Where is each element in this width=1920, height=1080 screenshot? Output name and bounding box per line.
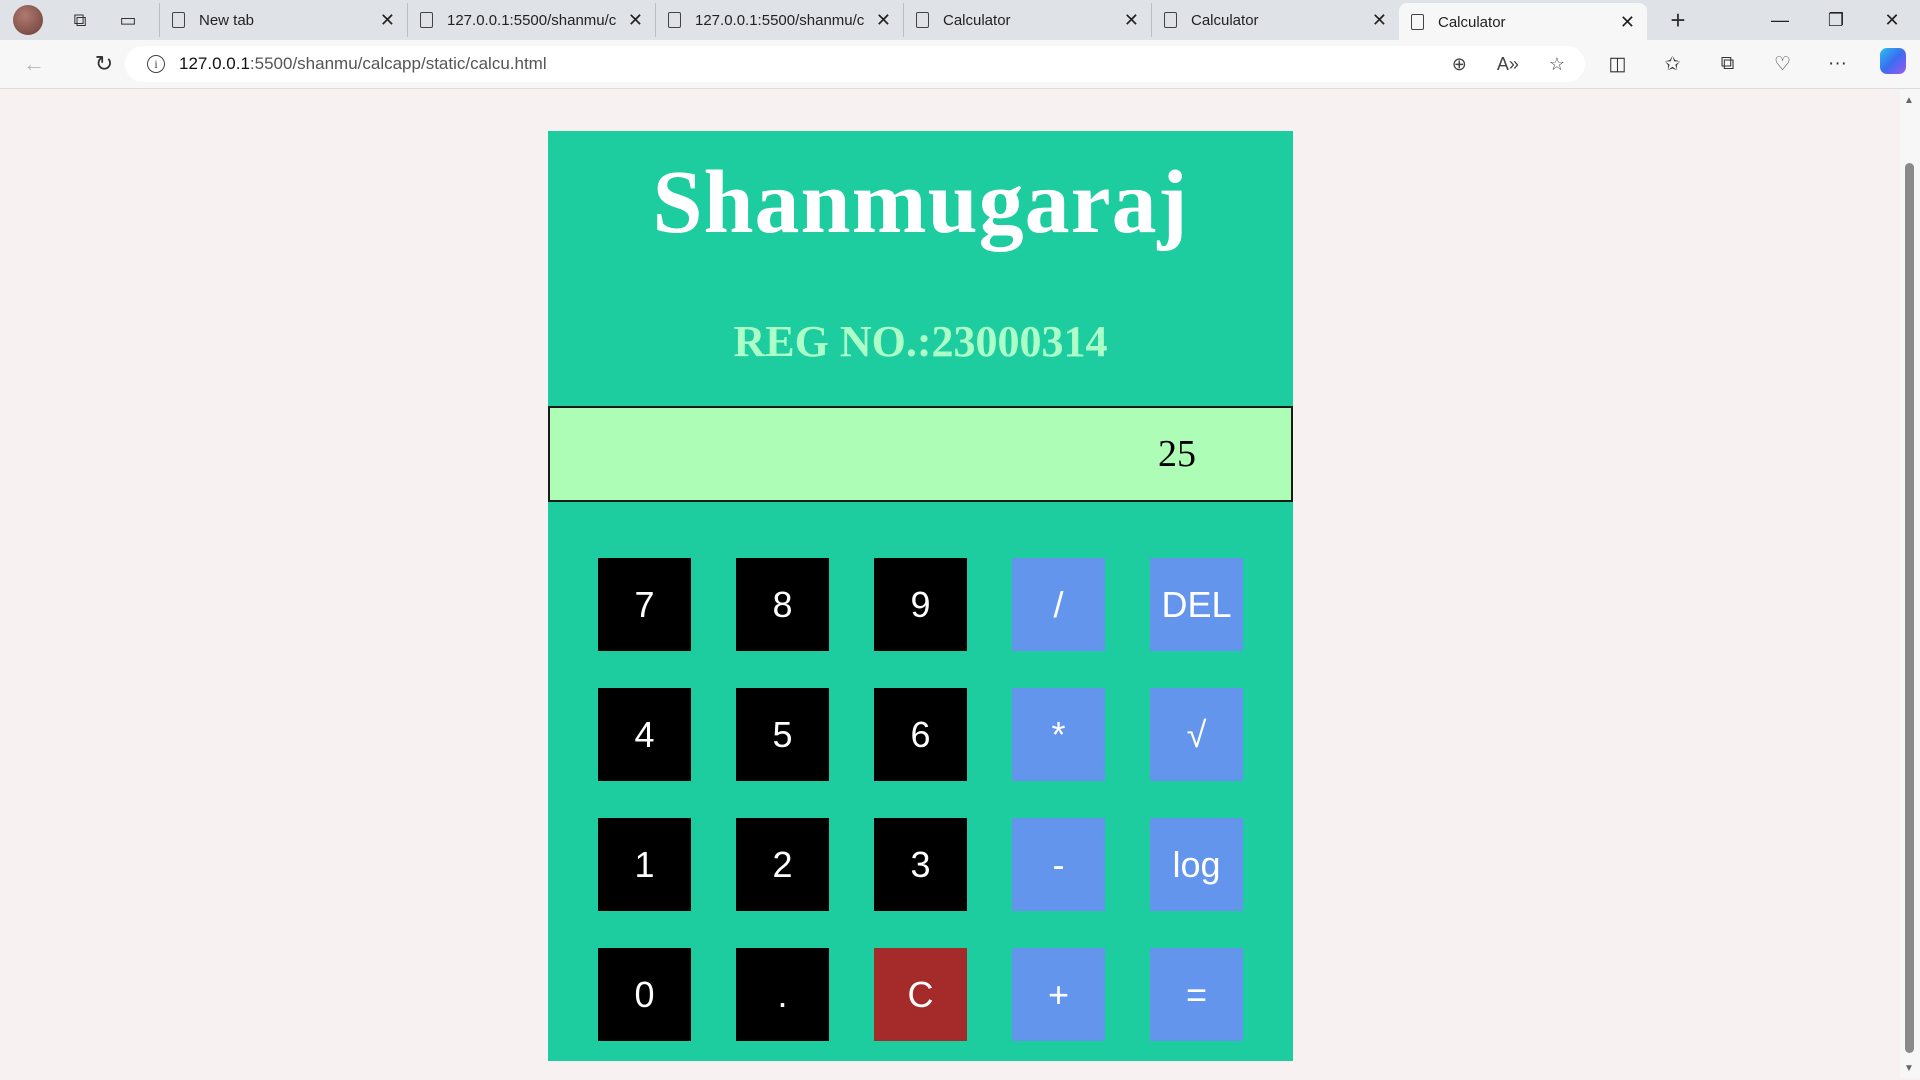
- new-tab-plus-icon[interactable]: +: [1661, 5, 1695, 36]
- tab-label: New tab: [199, 11, 255, 29]
- refresh-icon[interactable]: ↻: [84, 51, 124, 77]
- page-icon: [1164, 12, 1177, 28]
- tab-label: 127.0.0.1:5500/shanmu/c: [447, 11, 617, 29]
- keypad: 7 8 9 / DEL 4 5 6 * √ 1 2 3 - log 0 . C …: [598, 558, 1243, 1041]
- page-icon: [172, 12, 185, 28]
- key-delete[interactable]: DEL: [1150, 558, 1243, 651]
- tab-label: Calculator: [943, 11, 1011, 29]
- close-icon[interactable]: ✕: [1124, 10, 1139, 31]
- key-decimal[interactable]: .: [736, 948, 829, 1041]
- tab-bar: ⧉ ▭ New tab ✕ 127.0.0.1:5500/shanmu/c ✕ …: [0, 0, 1920, 41]
- key-8[interactable]: 8: [736, 558, 829, 651]
- calculator-display[interactable]: 25: [548, 406, 1293, 502]
- key-square-root[interactable]: √: [1150, 688, 1243, 781]
- minimize-icon[interactable]: —: [1752, 0, 1808, 40]
- url-host: 127.0.0.1: [179, 54, 250, 73]
- key-add[interactable]: +: [1012, 948, 1105, 1041]
- workspaces-icon[interactable]: ⧉: [63, 3, 97, 37]
- tab-calculator-1[interactable]: Calculator ✕: [903, 3, 1151, 37]
- back-arrow-icon[interactable]: ←: [14, 51, 54, 77]
- key-4[interactable]: 4: [598, 688, 691, 781]
- tab-label: Calculator: [1191, 11, 1259, 29]
- read-aloud-icon[interactable]: A»: [1497, 54, 1519, 75]
- address-toolbar: ← ↻ i 127.0.0.1:5500/shanmu/calcapp/stat…: [0, 40, 1920, 89]
- page-icon: [668, 12, 681, 28]
- tab-localhost-1[interactable]: 127.0.0.1:5500/shanmu/c ✕: [407, 3, 655, 37]
- browser-essentials-icon[interactable]: ♡: [1755, 53, 1810, 76]
- tab-actions-icon[interactable]: ▭: [111, 3, 145, 37]
- calculator-title: Shanmugaraj: [652, 153, 1189, 252]
- vertical-scrollbar[interactable]: ▲ ▼: [1900, 89, 1920, 1078]
- key-0[interactable]: 0: [598, 948, 691, 1041]
- page-icon: [1411, 14, 1424, 30]
- scroll-down-icon[interactable]: ▼: [1904, 1063, 1914, 1074]
- key-7[interactable]: 7: [598, 558, 691, 651]
- key-2[interactable]: 2: [736, 818, 829, 911]
- window-controls: — ❐ ✕: [1752, 0, 1920, 40]
- profile-avatar[interactable]: [13, 5, 43, 35]
- key-5[interactable]: 5: [736, 688, 829, 781]
- split-screen-icon[interactable]: ◫: [1590, 53, 1645, 76]
- key-3[interactable]: 3: [874, 818, 967, 911]
- more-options-icon[interactable]: ···: [1810, 53, 1865, 75]
- favorite-star-icon[interactable]: ☆: [1549, 54, 1565, 75]
- close-icon[interactable]: ✕: [1620, 12, 1635, 33]
- close-icon[interactable]: ✕: [628, 10, 643, 31]
- key-multiply[interactable]: *: [1012, 688, 1105, 781]
- restore-icon[interactable]: ❐: [1808, 0, 1864, 40]
- toolbar-actions: ◫ ✩ ⧉ ♡ ···: [1590, 40, 1920, 88]
- key-9[interactable]: 9: [874, 558, 967, 651]
- collections-icon[interactable]: ⧉: [1700, 53, 1755, 75]
- url-path: :5500/shanmu/calcapp/static/calcu.html: [249, 54, 547, 73]
- site-info-icon[interactable]: i: [147, 55, 165, 73]
- close-icon[interactable]: ✕: [876, 10, 891, 31]
- copilot-icon[interactable]: [1865, 48, 1920, 80]
- key-equals[interactable]: =: [1150, 948, 1243, 1041]
- key-divide[interactable]: /: [1012, 558, 1105, 651]
- page-icon: [420, 12, 433, 28]
- zoom-icon[interactable]: ⊕: [1452, 54, 1467, 75]
- key-6[interactable]: 6: [874, 688, 967, 781]
- key-subtract[interactable]: -: [1012, 818, 1105, 911]
- tab-localhost-2[interactable]: 127.0.0.1:5500/shanmu/c ✕: [655, 3, 903, 37]
- favorites-icon[interactable]: ✩: [1645, 53, 1700, 76]
- close-icon[interactable]: ✕: [380, 10, 395, 31]
- tab-calculator-active[interactable]: Calculator ✕: [1399, 3, 1647, 41]
- tab-label: 127.0.0.1:5500/shanmu/c: [695, 11, 865, 29]
- tab-label: Calculator: [1438, 13, 1506, 31]
- scroll-up-icon[interactable]: ▲: [1904, 95, 1914, 106]
- key-1[interactable]: 1: [598, 818, 691, 911]
- key-log[interactable]: log: [1150, 818, 1243, 911]
- address-bar[interactable]: i 127.0.0.1:5500/shanmu/calcapp/static/c…: [125, 46, 1585, 82]
- tab-calculator-2[interactable]: Calculator ✕: [1151, 3, 1399, 37]
- calculator: Shanmugaraj REG NO.:23000314 25 7 8 9 / …: [548, 131, 1293, 1061]
- page-icon: [916, 12, 929, 28]
- close-window-icon[interactable]: ✕: [1864, 0, 1920, 40]
- close-icon[interactable]: ✕: [1372, 10, 1387, 31]
- tab-new-tab[interactable]: New tab ✕: [159, 3, 407, 37]
- registration-number: REG NO.:23000314: [733, 317, 1108, 366]
- scroll-thumb[interactable]: [1905, 163, 1914, 1053]
- key-clear[interactable]: C: [874, 948, 967, 1041]
